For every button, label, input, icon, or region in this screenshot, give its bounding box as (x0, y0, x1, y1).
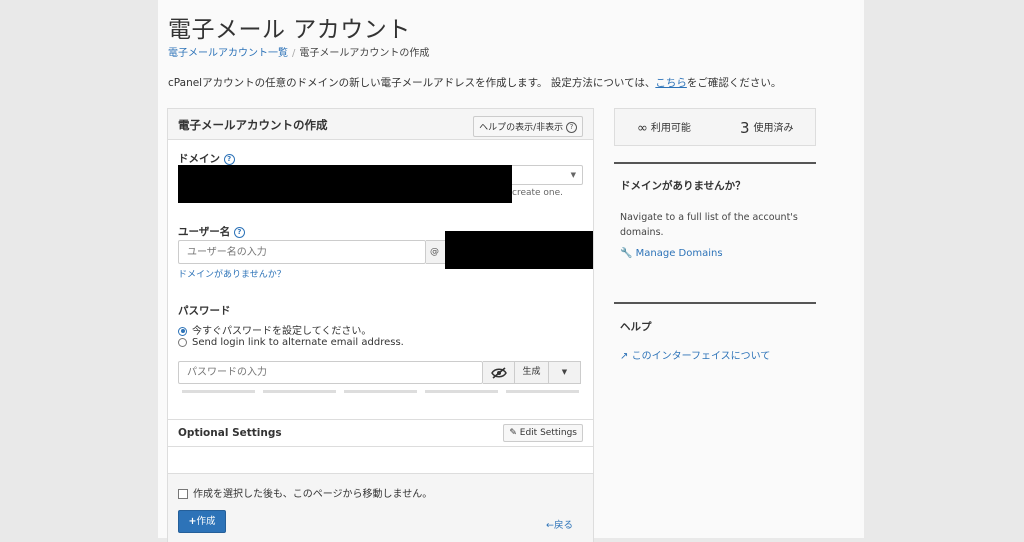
panel-header: 電子メールアカウントの作成 ヘルプの表示/非表示 ? (168, 109, 593, 140)
radio-set-now-control[interactable] (178, 326, 187, 336)
toggle-visibility-button[interactable] (483, 361, 515, 384)
username-label-row: ユーザー名 ? (178, 224, 245, 239)
no-domain-heading: ドメインがありませんか？ (620, 180, 746, 192)
help-toggle-label: ヘルプの表示/非表示 (479, 123, 564, 133)
strength-segment (506, 390, 579, 393)
pencil-icon: ✎ (509, 428, 517, 438)
eye-slash-icon (490, 367, 507, 379)
generate-options-button[interactable]: ▼ (549, 361, 581, 384)
domain-hint: create one. (512, 188, 564, 198)
create-button[interactable]: +作成 (178, 510, 226, 533)
password-group: 生成 ▼ (178, 361, 581, 384)
domain-label-row: ドメイン ? (178, 151, 235, 166)
intro-text-body: cPanelアカウントの任意のドメインの新しい電子メールアドレスを作成します。 … (168, 77, 656, 89)
breadcrumb-separator: / (292, 48, 296, 59)
wrench-icon: 🔧 (620, 248, 633, 259)
radio-send-link-control[interactable] (178, 337, 187, 347)
used-label: 使用済み (753, 123, 794, 134)
edit-settings-label: Edit Settings (519, 428, 577, 438)
radio-set-now[interactable]: 今すぐパスワードを設定してください。 (178, 322, 371, 337)
radio-set-now-label: 今すぐパスワードを設定してください。 (192, 326, 372, 337)
page-title: 電子メール アカウント (168, 17, 411, 43)
no-domain-link[interactable]: ドメインがありませんか？ (178, 267, 286, 280)
back-label: 戻る (553, 520, 573, 531)
radio-send-link-label: Send login link to alternate email addre… (192, 337, 404, 348)
optional-settings-title: Optional Settings (178, 427, 282, 439)
at-sign-addon: @ (426, 240, 446, 264)
password-input[interactable] (178, 361, 483, 384)
username-label: ユーザー名 (178, 226, 231, 238)
about-interface-link[interactable]: ↗ このインターフェイスについて (620, 347, 770, 362)
infinity-symbol: ∞ (637, 121, 648, 136)
strength-segment (182, 390, 255, 393)
question-circle-icon: ? (566, 122, 577, 133)
used-count: 3 (740, 119, 750, 137)
breadcrumb-email-list[interactable]: 電子メールアカウント一覧 (168, 48, 288, 59)
no-domain-section: ドメインがありませんか？ Navigate to a full list of … (614, 162, 816, 284)
used-stat: 3 使用済み (740, 119, 794, 137)
form-footer: 作成を選択した後も、このページから移動しません。 +作成 ←戻る (168, 473, 593, 542)
no-domain-text: Navigate to a full list of the account's… (620, 212, 798, 238)
stay-on-page-option[interactable]: 作成を選択した後も、このページから移動しません。 (178, 485, 432, 500)
password-label: パスワード (178, 305, 231, 317)
available-label: 利用可能 (650, 123, 691, 134)
strength-segment (344, 390, 417, 393)
create-account-panel: 電子メールアカウントの作成 ヘルプの表示/非表示 ? ドメイン ? ▼ crea… (167, 108, 594, 542)
help-heading: ヘルプ (620, 321, 652, 333)
manage-domains-link[interactable]: 🔧 Manage Domains (620, 248, 723, 259)
manage-domains-label: Manage Domains (635, 248, 723, 259)
external-link-icon: ↗ (620, 351, 629, 362)
breadcrumb-current: 電子メールアカウントの作成 (299, 48, 430, 59)
panel-title: 電子メールアカウントの作成 (178, 118, 328, 132)
username-input[interactable] (178, 240, 426, 264)
account-usage-stats: ∞ 利用可能 3 使用済み (614, 108, 816, 146)
help-toggle-button[interactable]: ヘルプの表示/非表示 ? (473, 116, 583, 137)
domain-label: ドメイン (178, 153, 220, 165)
edit-settings-button[interactable]: ✎ Edit Settings (503, 424, 583, 442)
arrow-left-icon: ← (546, 520, 554, 531)
stay-on-page-label: 作成を選択した後も、このページから移動しません。 (193, 489, 433, 500)
redacted-domain (178, 165, 512, 203)
intro-help-link[interactable]: こちら (655, 77, 687, 89)
create-label: 作成 (196, 516, 216, 527)
strength-segment (263, 390, 336, 393)
intro-text-suffix: をご確認ください。 (686, 77, 782, 89)
question-circle-icon[interactable]: ? (223, 153, 235, 165)
about-interface-label: このインターフェイスについて (631, 351, 771, 362)
optional-settings-row: Optional Settings ✎ Edit Settings (168, 419, 593, 447)
stay-on-page-checkbox[interactable] (178, 489, 188, 499)
strength-segment (425, 390, 498, 393)
radio-send-link[interactable]: Send login link to alternate email addre… (178, 337, 404, 348)
generate-password-button[interactable]: 生成 (515, 361, 549, 384)
available-stat: ∞ 利用可能 (637, 119, 691, 136)
redacted-domain-suffix (445, 231, 593, 269)
breadcrumb: 電子メールアカウント一覧 / 電子メールアカウントの作成 (168, 44, 429, 59)
caret-down-icon: ▼ (570, 171, 576, 179)
intro-text: cPanelアカウントの任意のドメインの新しい電子メールアドレスを作成します。 … (168, 75, 781, 90)
help-section: ヘルプ ↗ このインターフェイスについて (614, 302, 816, 384)
caret-down-icon: ▼ (561, 368, 568, 376)
page: 電子メール アカウント 電子メールアカウント一覧 / 電子メールアカウントの作成 c… (158, 0, 864, 542)
question-circle-icon[interactable]: ? (233, 226, 245, 238)
back-link[interactable]: ←戻る (546, 517, 573, 531)
